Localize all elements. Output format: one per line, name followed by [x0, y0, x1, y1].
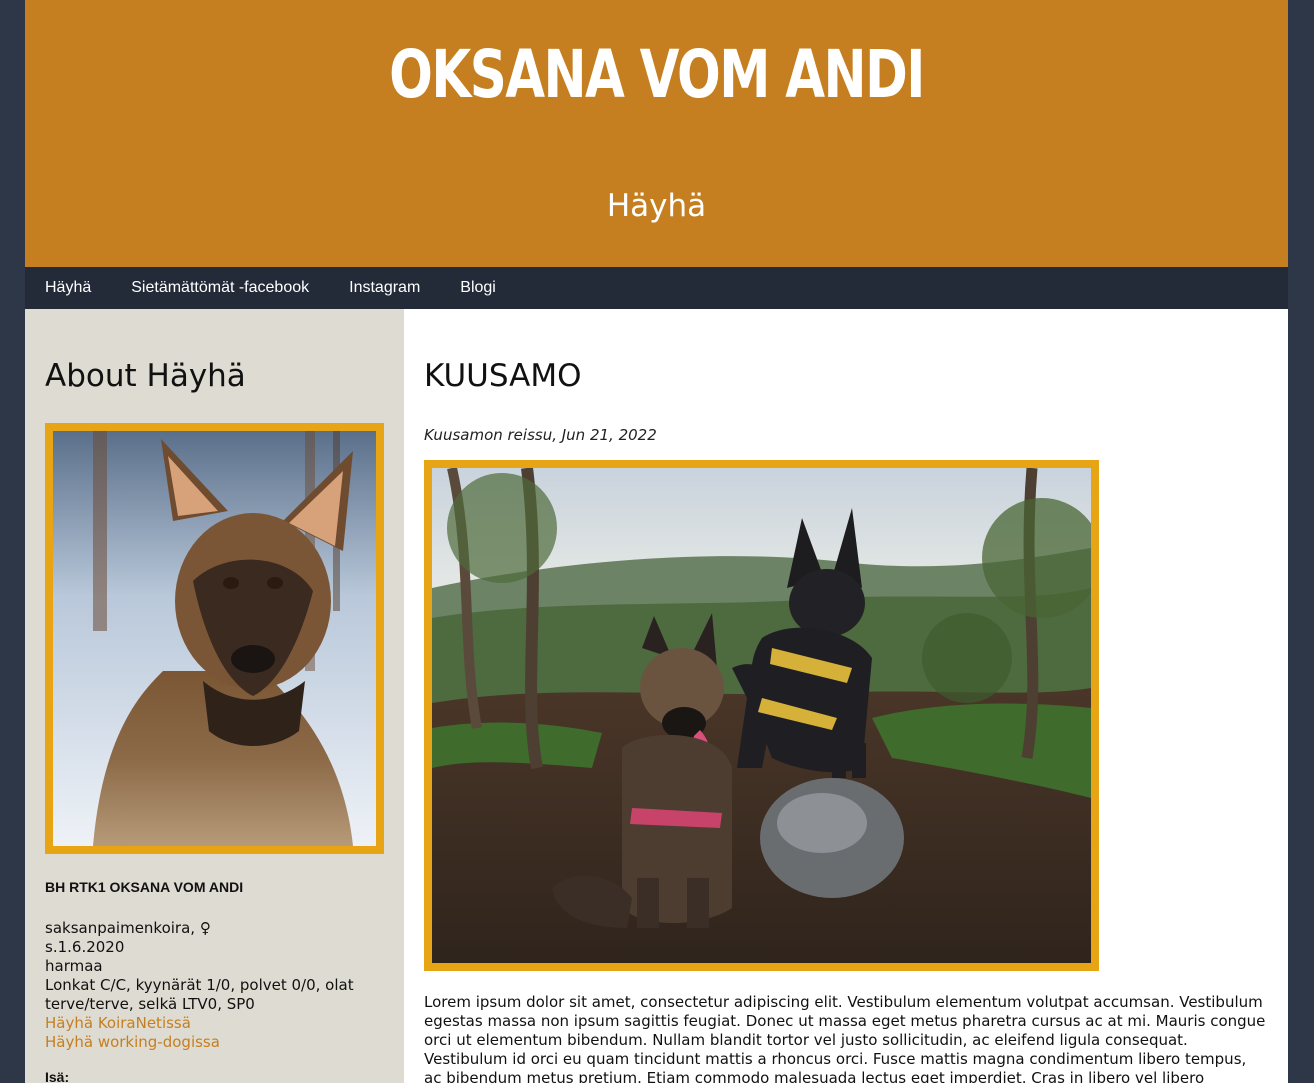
koiranetti-link[interactable]: Häyhä KoiraNetissä: [45, 1014, 384, 1033]
post-photo-frame: [424, 460, 1099, 971]
german-shepherd-portrait: [53, 431, 376, 846]
nav-item-instagram[interactable]: Instagram: [349, 279, 420, 297]
working-dog-link[interactable]: Häyhä working-dogissa: [45, 1033, 384, 1052]
nav-item-hayha[interactable]: Häyhä: [45, 279, 91, 297]
nav-item-blogi[interactable]: Blogi: [460, 279, 496, 297]
site-subtitle: Häyhä: [606, 188, 707, 224]
info-breed: saksanpaimenkoira, ♀: [45, 919, 211, 937]
dog-info: saksanpaimenkoira, ♀ s.1.6.2020 harmaa L…: [45, 919, 384, 1052]
post-title[interactable]: KUUSAMO: [424, 356, 1268, 396]
info-health: Lonkat C/C, kyynärät 1/0, polvet 0/0, ol…: [45, 976, 354, 1013]
isa-label: Isä:: [45, 1069, 70, 1083]
profile-photo-frame: [45, 423, 384, 854]
dog-name: BH RTK1 OKSANA VOM ANDI: [45, 879, 244, 895]
two-dogs-on-hill-photo: [432, 468, 1091, 963]
info-birthdate: s.1.6.2020: [45, 938, 125, 956]
sidebar-title: About Häyhä: [45, 358, 246, 394]
content-area: About Häyhä BH RTK1 OKSANA VOM ANDI saks…: [25, 309, 1288, 1083]
post-photo: [432, 468, 1091, 963]
info-color: harmaa: [45, 957, 103, 975]
sidebar: About Häyhä BH RTK1 OKSANA VOM ANDI saks…: [25, 309, 404, 1083]
profile-photo: [53, 431, 376, 846]
site-header: OKSANA VOM ANDI Häyhä: [25, 0, 1288, 267]
main-content: KUUSAMO Kuusamon reissu, Jun 21, 2022 Lo…: [404, 309, 1288, 1083]
main-nav: Häyhä Sietämättömät -facebook Instagram …: [25, 267, 1288, 309]
post-body: Lorem ipsum dolor sit amet, consectetur …: [424, 993, 1266, 1083]
post-meta: Kuusamon reissu, Jun 21, 2022: [424, 426, 657, 444]
nav-item-facebook[interactable]: Sietämättömät -facebook: [131, 279, 309, 297]
page: OKSANA VOM ANDI Häyhä Häyhä Sietämättömä…: [25, 0, 1288, 1083]
site-title[interactable]: OKSANA VOM ANDI: [164, 32, 1149, 118]
